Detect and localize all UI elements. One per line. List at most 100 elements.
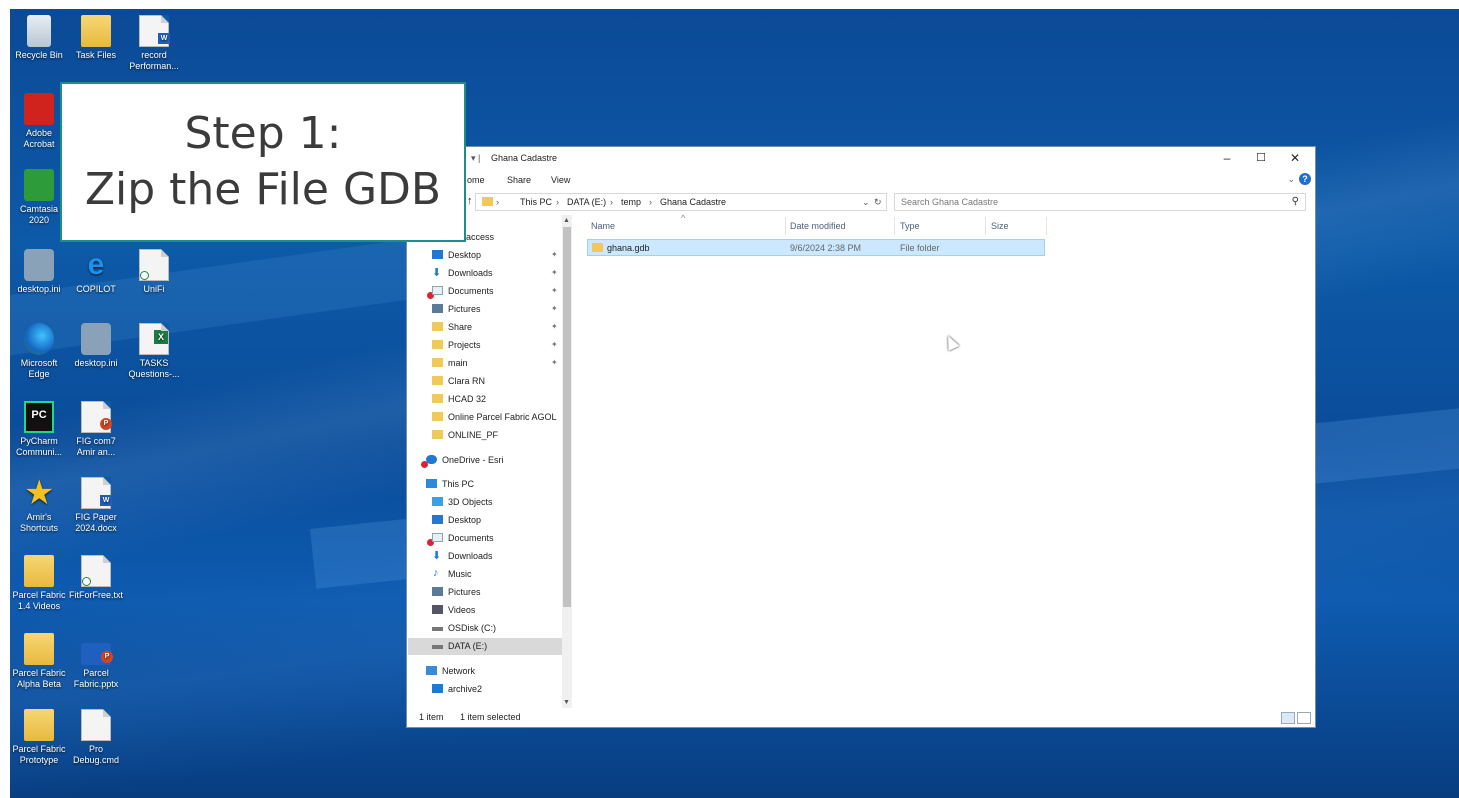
close-button[interactable]: ✕ <box>1281 150 1309 166</box>
document-icon <box>432 286 443 295</box>
nav-item-main[interactable]: main ✦ <box>408 355 564 372</box>
desktop-icon-label: Parcel Fabric Alpha Beta <box>12 668 66 689</box>
pictures-icon <box>432 304 443 313</box>
nav-item-pc-desktop[interactable]: Desktop <box>408 512 564 529</box>
nav-item-share[interactable]: Share ✦ <box>408 319 564 336</box>
nav-item-pc-documents[interactable]: Documents <box>408 530 564 547</box>
nav-item-music[interactable]: ♪ Music <box>408 566 564 583</box>
nav-item-clara-rn[interactable]: Clara RN <box>408 373 564 390</box>
breadcrumb-temp[interactable]: temp <box>621 197 641 207</box>
recycle-bin-icon <box>27 15 51 47</box>
file-row[interactable]: ghana.gdb 9/6/2024 2:38 PM File folder <box>587 239 1045 256</box>
desktop-icon-fitforfree[interactable]: FitForFree.txt <box>67 555 125 601</box>
breadcrumb-this-pc[interactable]: This PC <box>520 197 552 207</box>
window-title: Ghana Cadastre <box>491 153 558 163</box>
desktop-icon-shortcuts[interactable]: ★ Amir's Shortcuts <box>10 476 68 534</box>
nav-label: archive2 <box>448 684 483 694</box>
desktop-icon-unifi[interactable]: UniFi <box>125 249 183 295</box>
desktop-icon-record-performance[interactable]: W record Performan... <box>125 15 183 72</box>
nav-item-documents[interactable]: Documents ✦ <box>408 283 564 300</box>
file-icon <box>139 249 169 281</box>
maximize-button[interactable]: ☐ <box>1247 150 1275 166</box>
scroll-up-icon[interactable]: ▲ <box>563 217 570 224</box>
nav-item-projects[interactable]: Projects ✦ <box>408 337 564 354</box>
desktop-icon-fig-paper[interactable]: W FIG Paper 2024.docx <box>67 477 125 534</box>
help-icon[interactable]: ? <box>1299 173 1311 185</box>
large-icons-view-icon[interactable] <box>1297 712 1311 724</box>
nav-item-pc-pictures[interactable]: Pictures <box>408 584 564 601</box>
nav-item-3d-objects[interactable]: 3D Objects <box>408 494 564 511</box>
chevron-right-icon: › <box>610 197 613 207</box>
address-bar[interactable]: › This PC › DATA (E:) › temp › Ghana Cad… <box>475 193 887 211</box>
desktop-icon-parcel-fabric-alpha[interactable]: Parcel Fabric Alpha Beta <box>10 633 68 690</box>
column-header-date[interactable]: Date modified <box>790 221 846 231</box>
desktop-icon-tasks-questions[interactable]: X TASKS Questions-... <box>125 323 183 380</box>
scroll-down-icon[interactable]: ▼ <box>563 699 570 706</box>
nav-item-pc-downloads[interactable]: ⬇ Downloads <box>408 548 564 565</box>
desktop-icon-label: COPILOT <box>76 284 116 294</box>
column-divider[interactable] <box>785 217 786 235</box>
search-placeholder: Search Ghana Cadastre <box>901 197 999 207</box>
nav-item-downloads[interactable]: ⬇ Downloads ✦ <box>408 265 564 282</box>
nav-item-data-drive[interactable]: DATA (E:) <box>408 638 564 655</box>
tab-view[interactable]: View <box>551 175 570 185</box>
search-input[interactable]: Search Ghana Cadastre ⚲ <box>894 193 1306 211</box>
nav-item-pictures[interactable]: Pictures ✦ <box>408 301 564 318</box>
nav-scrollbar[interactable]: ▲ ▼ <box>562 215 572 708</box>
chevron-down-icon[interactable]: ⌄ <box>862 197 870 208</box>
step-callout: Step 1: Zip the File GDB <box>60 82 466 242</box>
file-date: 9/6/2024 2:38 PM <box>790 243 862 253</box>
chevron-right-icon: › <box>496 197 499 207</box>
desktop-icon-parcel-fabric-videos[interactable]: Parcel Fabric 1.4 Videos <box>10 555 68 612</box>
scroll-thumb[interactable] <box>563 227 571 607</box>
chevron-down-icon[interactable]: ⌄ <box>1287 174 1295 185</box>
internet-explorer-icon: e <box>87 248 105 281</box>
desktop-icon-desktop-ini-2[interactable]: desktop.ini <box>67 323 125 369</box>
nav-label: Network <box>442 666 476 676</box>
desktop-icon-label: Pro Debug.cmd <box>72 744 120 765</box>
desktop-icon-recycle-bin[interactable]: Recycle Bin <box>10 15 68 61</box>
breadcrumb-folder[interactable]: Ghana Cadastre <box>660 197 726 207</box>
up-arrow-icon[interactable]: ↑ <box>467 195 473 207</box>
file-icon <box>81 709 111 741</box>
text-file-icon <box>81 555 111 587</box>
desktop-icon-pro-debug[interactable]: Pro Debug.cmd <box>67 709 125 766</box>
desktop-icon-parcel-fabric-pptx[interactable]: P Parcel Fabric.pptx <box>67 633 125 690</box>
nav-label: Online Parcel Fabric AGOL <box>448 412 557 422</box>
nav-item-osdisk[interactable]: OSDisk (C:) <box>408 620 564 637</box>
nav-item-archive2[interactable]: archive2 <box>408 681 564 698</box>
column-divider[interactable] <box>1046 217 1047 235</box>
desktop-icon-copilot[interactable]: e COPILOT <box>67 249 125 295</box>
nav-network[interactable]: Network <box>408 663 564 680</box>
desktop-icon-edge[interactable]: Microsoft Edge <box>10 323 68 380</box>
desktop-icon-fig-com7[interactable]: P FIG com7 Amir an... <box>67 401 125 458</box>
column-header-name[interactable]: Name <box>591 221 615 231</box>
column-divider[interactable] <box>894 217 895 235</box>
quick-access-toolbar-chevron-icon[interactable]: ▾ | <box>471 153 480 164</box>
nav-label: main <box>448 358 468 368</box>
desktop-icon-task-files[interactable]: Task Files <box>67 15 125 61</box>
pin-icon: ✦ <box>551 268 558 277</box>
title-bar[interactable]: ▾ | Ghana Cadastre – ☐ ✕ <box>407 147 1315 169</box>
pin-icon: ✦ <box>551 340 558 349</box>
desktop-icon-parcel-fabric-prototype[interactable]: Parcel Fabric Prototype <box>10 709 68 766</box>
column-header-size[interactable]: Size <box>991 221 1009 231</box>
nav-item-hcad-32[interactable]: HCAD 32 <box>408 391 564 408</box>
minimize-button[interactable]: – <box>1213 150 1241 166</box>
column-divider[interactable] <box>985 217 986 235</box>
nav-onedrive[interactable]: OneDrive - Esri <box>408 452 564 469</box>
nav-item-online-parcel-fabric[interactable]: Online Parcel Fabric AGOL <box>408 409 564 426</box>
tab-share[interactable]: Share <box>507 175 531 185</box>
nav-item-desktop[interactable]: Desktop ✦ <box>408 247 564 264</box>
nav-this-pc[interactable]: This PC <box>408 476 564 493</box>
column-header-type[interactable]: Type <box>900 221 920 231</box>
breadcrumb-drive[interactable]: DATA (E:) <box>567 197 606 207</box>
desktop-icon-pycharm[interactable]: PC PyCharm Communi... <box>10 401 68 458</box>
nav-item-online-pf[interactable]: ONLINE_PF <box>408 427 564 444</box>
chevron-right-icon: › <box>556 197 559 207</box>
nav-item-videos[interactable]: Videos <box>408 602 564 619</box>
tab-home[interactable]: ome <box>467 175 485 185</box>
refresh-icon[interactable]: ↻ <box>874 197 882 208</box>
details-view-icon[interactable] <box>1281 712 1295 724</box>
desktop-icon-desktop-ini[interactable]: desktop.ini <box>10 249 68 295</box>
